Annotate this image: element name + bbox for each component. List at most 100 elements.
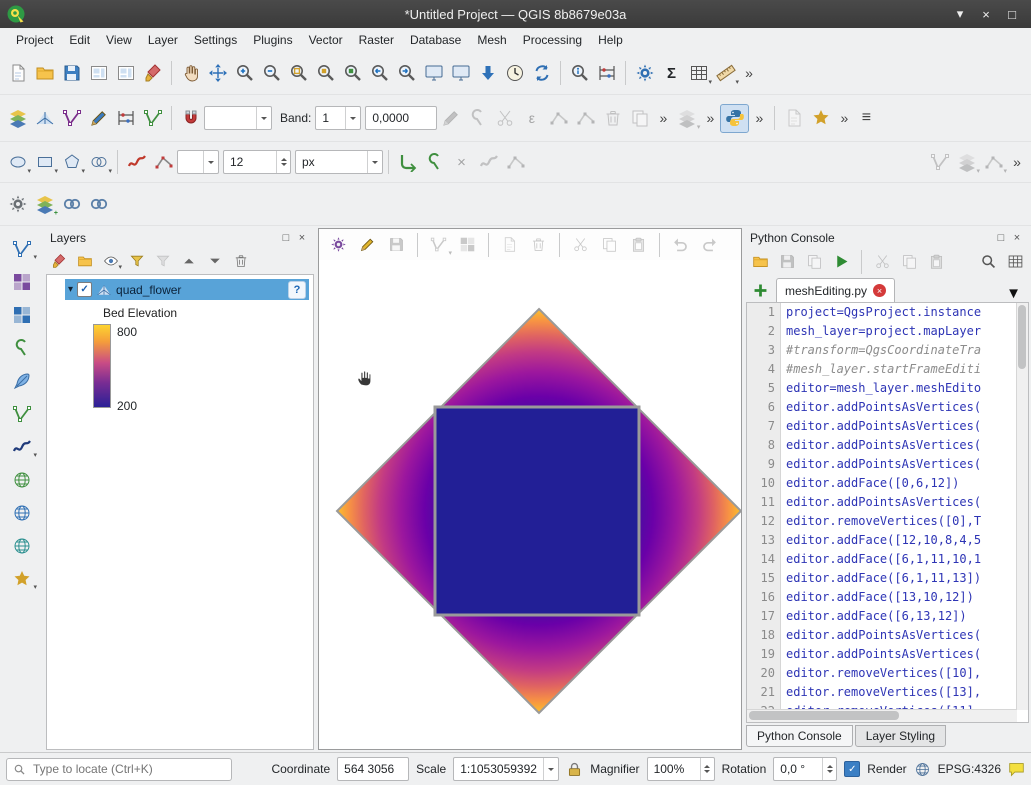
layer-indicator-badge[interactable]: ? [288, 281, 306, 299]
layer-visibility-checkbox[interactable]: ✓ [77, 282, 92, 297]
dropdown-arrow-icon[interactable] [256, 107, 271, 129]
favorites-tool-button[interactable] [807, 105, 834, 132]
toolbar-overflow-button[interactable]: » [1007, 150, 1027, 174]
menu-view[interactable]: View [98, 30, 140, 50]
delete-selected-button[interactable] [525, 231, 552, 258]
mesh-digitizing-button[interactable] [112, 105, 139, 132]
layout-tool-button[interactable] [780, 105, 807, 132]
new-spatial-bookmark-button[interactable] [474, 60, 501, 87]
raster-tool-2-button[interactable] [7, 302, 37, 328]
dropdown-arrow-icon[interactable] [345, 107, 360, 129]
vertical-scrollbar[interactable] [1016, 303, 1028, 710]
zoom-full-button[interactable] [285, 60, 312, 87]
spinner-icon[interactable] [276, 151, 290, 173]
lock-scale-icon[interactable] [566, 761, 583, 778]
cut-features-button[interactable] [567, 231, 594, 258]
find-text-button[interactable] [976, 250, 1000, 274]
undo-button[interactable] [667, 231, 694, 258]
expander-icon[interactable]: ▾ [68, 284, 73, 295]
edit-attributes-button[interactable] [496, 231, 523, 258]
expand-all-button[interactable] [178, 250, 200, 272]
copy-button[interactable] [897, 250, 921, 274]
toolbar-overflow-button[interactable]: » [834, 106, 854, 130]
collapse-all-button[interactable] [204, 250, 226, 272]
locate-input[interactable] [31, 761, 225, 777]
crs-value[interactable]: EPSG:4326 [938, 762, 1001, 776]
snapping-mode-combo[interactable] [204, 106, 272, 130]
toolbar-overflow-button[interactable]: » [739, 61, 759, 85]
delete-tool-button[interactable] [599, 105, 626, 132]
menu-raster[interactable]: Raster [351, 30, 402, 50]
zoom-to-layer-button[interactable] [339, 60, 366, 87]
z-value-box[interactable]: 0,0000 [365, 106, 437, 130]
epsilon-tool-button[interactable]: ε [518, 105, 545, 132]
tab-list-dropdown[interactable]: ▼ [1000, 285, 1027, 302]
python-console-button[interactable] [720, 104, 749, 133]
clear-tool-button[interactable]: × [448, 149, 475, 176]
processing-toolbox-button[interactable] [631, 60, 658, 87]
scrollbar-thumb[interactable] [749, 711, 899, 720]
render-checkbox[interactable]: ✓ [844, 761, 860, 777]
close-panel-button[interactable]: × [294, 230, 310, 246]
annotation-button[interactable] [7, 368, 37, 394]
band-combo[interactable]: 1 [315, 106, 361, 130]
toolbar-overflow-button[interactable]: » [700, 106, 720, 130]
trace-tool-button[interactable] [394, 149, 421, 176]
coordinate-value[interactable]: 564 3056 [337, 757, 409, 781]
menu-mesh[interactable]: Mesh [469, 30, 514, 50]
measure-line-button[interactable]: ▾ [712, 60, 739, 87]
web-service-2-button[interactable] [7, 533, 37, 559]
refresh-map-button[interactable] [528, 60, 555, 87]
topology-rings-2-button[interactable] [85, 191, 112, 218]
add-feature-button[interactable]: ▾ [425, 231, 452, 258]
symbol-combo[interactable] [177, 150, 219, 174]
maximize-button[interactable]: □ [1001, 4, 1023, 24]
snapping-button[interactable] [177, 105, 204, 132]
new-editor-tab-button[interactable] [748, 278, 772, 302]
float-panel-button[interactable]: □ [993, 230, 1009, 246]
menu-processing[interactable]: Processing [515, 30, 590, 50]
draw-ellipse-button[interactable]: ▾ [4, 149, 31, 176]
dock-tab-python-console[interactable]: Python Console [746, 725, 853, 747]
menu-help[interactable]: Help [590, 30, 631, 50]
layer-name[interactable]: quad_flower [116, 283, 181, 297]
paste-button[interactable] [924, 250, 948, 274]
rotation-spinbox[interactable]: 0,0 ° [773, 757, 837, 781]
add-group-button[interactable] [74, 250, 96, 272]
toggle-editing-button[interactable] [354, 231, 381, 258]
new-vector-layer-button[interactable] [58, 105, 85, 132]
measure-button[interactable] [593, 60, 620, 87]
layer-dropdown-button[interactable]: ▾ [673, 105, 700, 132]
zoom-in-button[interactable] [231, 60, 258, 87]
statistical-summary-button[interactable]: Σ [658, 60, 685, 87]
window-menu-button[interactable]: ▾ [949, 4, 971, 24]
mesh-vertex-tool-button[interactable] [139, 105, 166, 132]
annotation-tool-button[interactable] [926, 149, 953, 176]
draw-polygon-button[interactable]: ▾ [58, 149, 85, 176]
run-script-button[interactable] [829, 250, 853, 274]
editor-tab[interactable]: meshEditing.py × [776, 278, 895, 302]
zoom-to-selection-button[interactable] [312, 60, 339, 87]
new-map-view-button[interactable] [420, 60, 447, 87]
menu-layer[interactable]: Layer [140, 30, 186, 50]
object-inspector-button[interactable] [1003, 250, 1027, 274]
style-manager-button[interactable] [139, 60, 166, 87]
temporal-controller-button[interactable] [501, 60, 528, 87]
new-print-layout-button[interactable] [85, 60, 112, 87]
spinner-icon[interactable] [822, 758, 836, 780]
scale-combo[interactable]: 1:1053059392 [453, 757, 559, 781]
save-as-button[interactable] [802, 250, 826, 274]
zoom-last-button[interactable] [366, 60, 393, 87]
layer-row[interactable]: ▾ ✓ quad_flower ? [65, 279, 309, 300]
dropdown-arrow-icon[interactable] [543, 758, 558, 780]
filter-expression-button[interactable] [152, 250, 174, 272]
cut-button[interactable] [870, 250, 894, 274]
remove-layer-button[interactable] [230, 250, 252, 272]
toolbar-overflow-button[interactable]: » [749, 106, 769, 130]
manage-map-themes-button[interactable]: ▾ [100, 250, 122, 272]
toolbar-menu-button[interactable]: ≡ [856, 106, 876, 130]
digitize-pencil-button[interactable] [437, 105, 464, 132]
data-source-manager-button[interactable] [4, 105, 31, 132]
move-feature-button[interactable] [454, 231, 481, 258]
blob-tool-button[interactable] [421, 149, 448, 176]
